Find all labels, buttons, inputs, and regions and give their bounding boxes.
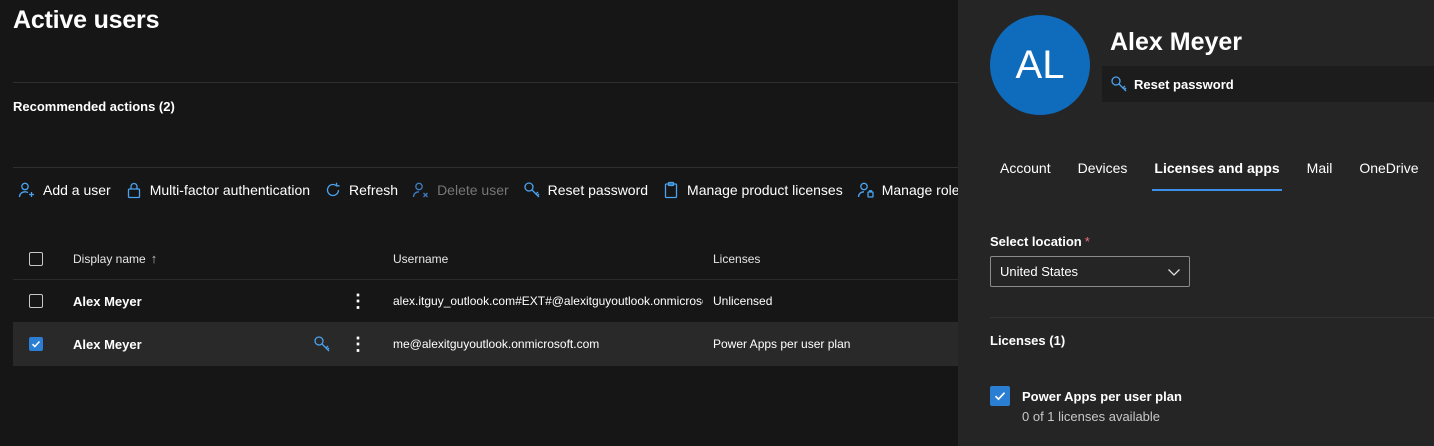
divider — [13, 82, 958, 83]
row-checkbox[interactable] — [29, 280, 43, 322]
checkbox-box-checked — [29, 337, 43, 351]
chevron-down-icon — [1168, 269, 1180, 276]
refresh-label: Refresh — [349, 182, 399, 198]
more-options-icon: ⋮ — [349, 291, 367, 311]
refresh-button[interactable]: Refresh — [324, 181, 398, 199]
checkbox-box — [29, 294, 43, 308]
tab-devices[interactable]: Devices — [1078, 160, 1128, 186]
user-licenses: Unlicensed — [713, 294, 773, 308]
user-display-name[interactable]: Alex Meyer — [73, 323, 142, 365]
panel-reset-password-label: Reset password — [1134, 76, 1234, 92]
panel-user-name: Alex Meyer — [1110, 28, 1243, 56]
avatar: AL — [990, 15, 1090, 115]
license-name: Power Apps per user plan — [1022, 389, 1182, 404]
delete-user-label: Delete user — [437, 182, 509, 198]
divider — [13, 167, 958, 168]
key-icon — [524, 182, 540, 198]
table-header-row: Display name ↑ Username Licenses — [13, 238, 958, 280]
license-availability: 0 of 1 licenses available — [1022, 409, 1161, 424]
more-options-icon: ⋮ — [349, 334, 367, 354]
user-details-panel: AL Alex Meyer Reset password Account Dev… — [958, 0, 1434, 446]
sort-ascending-icon: ↑ — [150, 251, 158, 266]
tab-licenses-and-apps[interactable]: Licenses and apps — [1152, 160, 1282, 191]
add-user-button[interactable]: Add a user — [18, 181, 111, 199]
lock-icon — [127, 182, 140, 199]
manage-roles-label: Manage roles — [881, 182, 967, 198]
reset-password-row-button[interactable] — [313, 323, 331, 365]
mfa-button[interactable]: Multi-factor authentication — [125, 181, 310, 199]
select-all-checkbox[interactable] — [29, 238, 43, 279]
key-icon — [314, 336, 330, 352]
licenses-header[interactable]: Licenses — [713, 238, 760, 279]
table-row[interactable]: Alex Meyer ⋮ alex.itguy_outlook.com#EXT#… — [13, 280, 958, 323]
row-checkbox[interactable] — [29, 323, 43, 365]
add-user-label: Add a user — [43, 182, 111, 198]
user-username: alex.itguy_outlook.com#EXT#@alexitguyout… — [393, 294, 703, 308]
key-icon — [1111, 76, 1127, 92]
licenses-section-title: Licenses (1) — [990, 333, 1066, 348]
user-username: me@alexitguyoutlook.onmicrosoft.com — [393, 337, 600, 351]
mfa-label: Multi-factor authentication — [149, 182, 311, 198]
delete-user-icon — [412, 182, 429, 198]
clipboard-icon — [664, 181, 678, 199]
reset-password-button[interactable]: Reset password — [523, 181, 648, 199]
license-checkbox[interactable] — [990, 386, 1010, 406]
checkmark-icon — [994, 392, 1006, 401]
location-dropdown-value: United States — [1000, 264, 1079, 279]
manage-licenses-label: Manage product licenses — [687, 182, 843, 198]
username-header[interactable]: Username — [393, 238, 448, 279]
delete-user-button[interactable]: Delete user — [412, 181, 509, 199]
manage-licenses-button[interactable]: Manage product licenses — [662, 181, 843, 199]
refresh-icon — [326, 182, 340, 197]
reset-password-label: Reset password — [547, 182, 649, 198]
required-indicator: * — [1084, 234, 1090, 249]
page-title: Active users — [13, 6, 160, 34]
command-bar: Add a user Multi-factor authentication R… — [18, 178, 981, 202]
users-table: Display name ↑ Username Licenses Alex Me… — [13, 238, 958, 366]
display-name-header[interactable]: Display name ↑ — [73, 238, 157, 279]
tab-onedrive[interactable]: OneDrive — [1359, 160, 1418, 186]
select-location-label: Select location * — [990, 234, 1090, 249]
user-licenses: Power Apps per user plan — [713, 337, 851, 351]
panel-tabs: Account Devices Licenses and apps Mail O… — [1000, 160, 1434, 191]
checkbox-box — [29, 251, 43, 266]
more-options-button[interactable]: ⋮ — [349, 280, 367, 322]
display-name-header-label: Display name — [73, 251, 146, 266]
panel-reset-password-button[interactable]: Reset password — [1102, 66, 1434, 102]
manage-roles-button[interactable]: Manage roles — [857, 181, 967, 199]
divider — [990, 317, 1434, 318]
checkmark-icon — [31, 340, 41, 348]
table-row[interactable]: Alex Meyer ⋮ me@alexitguyoutlook.onmicro… — [13, 323, 958, 366]
user-display-name[interactable]: Alex Meyer — [73, 280, 142, 322]
location-dropdown[interactable]: United States — [990, 256, 1190, 287]
add-user-icon — [18, 182, 34, 198]
more-options-button[interactable]: ⋮ — [349, 323, 367, 365]
recommended-actions-title[interactable]: Recommended actions (2) — [13, 99, 175, 114]
tab-account[interactable]: Account — [1000, 160, 1051, 186]
select-location-label-text: Select location — [990, 234, 1082, 249]
manage-roles-icon — [857, 182, 874, 198]
tab-mail[interactable]: Mail — [1307, 160, 1333, 186]
